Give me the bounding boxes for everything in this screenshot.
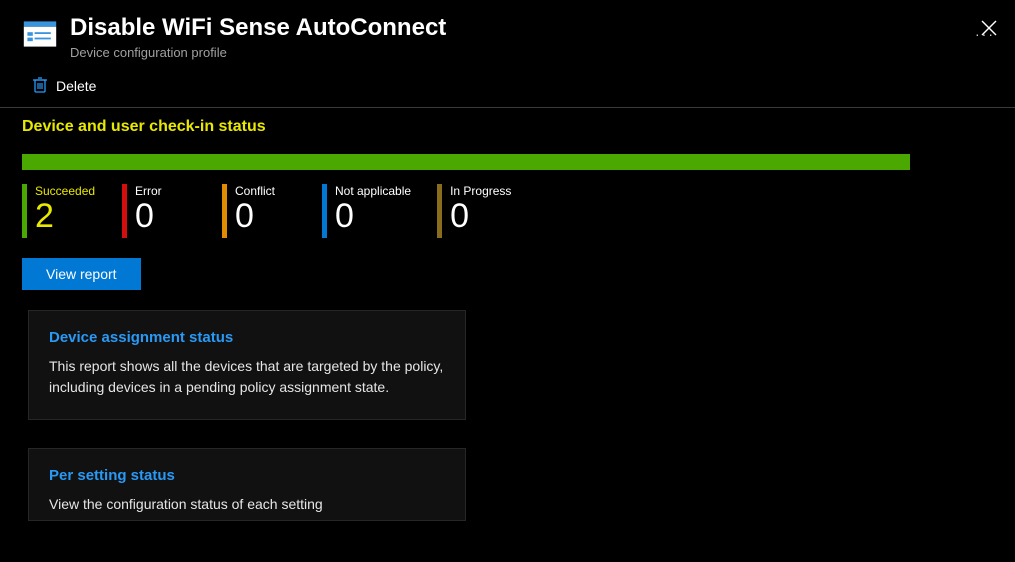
- stat-label: In Progress: [450, 184, 511, 198]
- command-bar: Delete: [0, 70, 1015, 108]
- trash-icon: [32, 76, 48, 97]
- profile-icon: [22, 16, 58, 52]
- stat-succeeded[interactable]: Succeeded 2: [22, 184, 96, 238]
- page-subtitle: Device configuration profile: [70, 45, 953, 60]
- status-progress-bar: [22, 154, 910, 170]
- stat-bar-conflict: [222, 184, 227, 238]
- close-icon: [981, 20, 997, 36]
- stat-value: 0: [335, 198, 411, 235]
- stat-conflict[interactable]: Conflict 0: [222, 184, 296, 238]
- delete-button[interactable]: Delete: [32, 76, 96, 97]
- card-title: Per setting status: [49, 467, 445, 484]
- stat-label: Succeeded: [35, 184, 95, 198]
- card-per-setting[interactable]: Per setting status View the configuratio…: [28, 448, 466, 521]
- stat-in-progress[interactable]: In Progress 0: [437, 184, 511, 238]
- stat-label: Not applicable: [335, 184, 411, 198]
- stat-value: 0: [450, 198, 511, 235]
- stat-not-applicable[interactable]: Not applicable 0: [322, 184, 411, 238]
- card-desc: View the configuration status of each se…: [49, 494, 445, 516]
- header: Disable WiFi Sense AutoConnect Device co…: [0, 0, 1015, 70]
- stat-bar-error: [122, 184, 127, 238]
- stat-error[interactable]: Error 0: [122, 184, 196, 238]
- page-title: Disable WiFi Sense AutoConnect: [70, 14, 953, 43]
- section-title-status: Device and user check-in status: [0, 108, 1015, 144]
- card-desc: This report shows all the devices that a…: [49, 356, 445, 399]
- header-main: Disable WiFi Sense AutoConnect Device co…: [70, 14, 953, 60]
- stat-bar-na: [322, 184, 327, 238]
- stat-value: 2: [35, 198, 95, 235]
- card-title: Device assignment status: [49, 329, 445, 346]
- status-stats: Succeeded 2 Error 0 Conflict 0 Not appli…: [0, 170, 1015, 244]
- view-report-button[interactable]: View report: [22, 258, 141, 290]
- stat-bar-inprogress: [437, 184, 442, 238]
- stat-label: Error: [135, 184, 162, 198]
- stat-value: 0: [235, 198, 275, 235]
- delete-label: Delete: [56, 78, 96, 94]
- stat-value: 0: [135, 198, 162, 235]
- close-button[interactable]: [981, 20, 997, 39]
- card-device-assignment[interactable]: Device assignment status This report sho…: [28, 310, 466, 420]
- stat-label: Conflict: [235, 184, 275, 198]
- stat-bar-succeeded: [22, 184, 27, 238]
